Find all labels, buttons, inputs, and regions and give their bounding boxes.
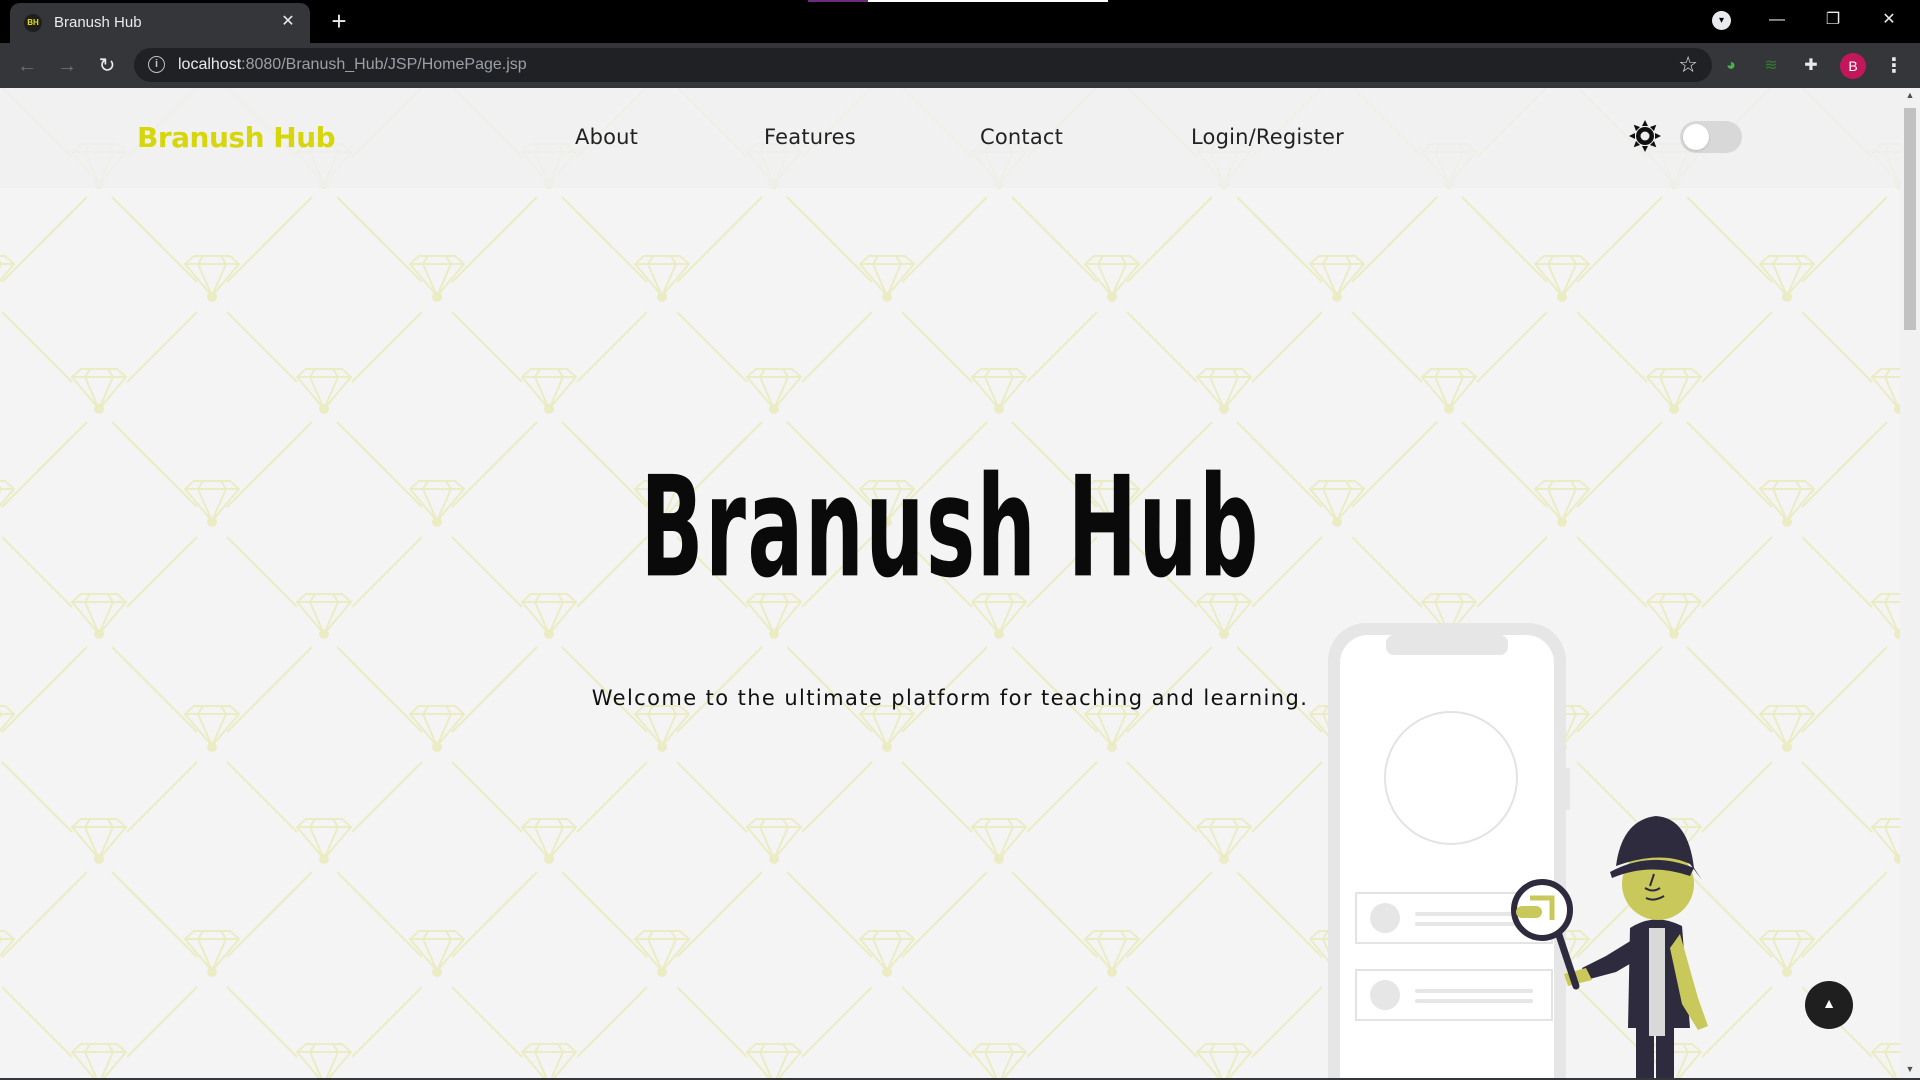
scroll-to-top-button[interactable]: ▲ [1805,981,1853,1029]
minimize-icon[interactable]: — [1762,6,1792,34]
tab-title: Branush Hub [54,14,142,31]
browser-toolbar: ← → ↻ i localhost:8080/Branush_Hub/JSP/H… [0,43,1920,88]
avatar[interactable]: B [1840,53,1866,79]
address-bar[interactable]: i localhost:8080/Branush_Hub/JSP/HomePag… [134,48,1712,82]
site-logo[interactable]: Branush Hub [137,121,336,154]
tab-strip-accent-2 [808,0,868,2]
phone-search-illustration [1328,623,1708,1078]
browser-tab[interactable]: BH Branush Hub ✕ [10,3,310,43]
tab-close-icon[interactable]: ✕ [278,12,298,32]
tab-search-icon[interactable]: ▾ [1712,11,1731,30]
restore-icon[interactable]: ❐ [1818,6,1848,34]
new-tab-button[interactable]: + [326,8,352,34]
nav-link-contact[interactable]: Contact [980,125,1063,149]
nav-link-features[interactable]: Features [764,125,856,149]
nav-link-login-register[interactable]: Login/Register [1191,125,1344,149]
info-icon[interactable]: i [148,56,165,73]
site-navbar: Branush Hub About Features Contact Login… [0,88,1900,188]
nav-link-about[interactable]: About [575,125,638,149]
extensions-icon[interactable]: ✚ [1800,55,1822,77]
extension-icon-2[interactable]: ≋ [1760,55,1782,77]
extension-icon-1[interactable]: ◕ [1720,55,1742,77]
sun-icon[interactable] [1628,119,1662,153]
menu-icon[interactable]: ⋮ [1884,53,1904,79]
scroll-up-arrow-icon[interactable]: ▲ [1904,90,1916,100]
page-viewport: Branush Hub About Features Contact Login… [0,88,1900,1078]
browser-tab-strip: BH Branush Hub ✕ + ▾ — ❐ ✕ [0,0,1920,43]
scrollbar-thumb[interactable] [1904,108,1916,330]
arrow-up-icon: ▲ [1822,995,1836,1011]
back-icon[interactable]: ← [12,51,42,81]
toggle-knob [1683,124,1709,150]
page-scrollbar[interactable]: ▲ ▼ [1900,88,1920,1078]
favicon-icon: BH [24,14,42,32]
reload-icon[interactable]: ↻ [92,51,122,81]
hero-title-text: Branush Hub [640,445,1260,609]
close-icon[interactable]: ✕ [1874,6,1904,34]
url-host: localhost [178,56,242,73]
dark-mode-toggle[interactable] [1680,121,1742,153]
url-path: :8080/Branush_Hub/JSP/HomePage.jsp [241,56,527,73]
scroll-down-arrow-icon[interactable]: ▼ [1904,1064,1916,1074]
star-icon[interactable]: ☆ [1678,52,1698,78]
url-text[interactable]: localhost:8080/Branush_Hub/JSP/HomePage.… [178,56,527,74]
forward-icon[interactable]: → [52,51,82,81]
